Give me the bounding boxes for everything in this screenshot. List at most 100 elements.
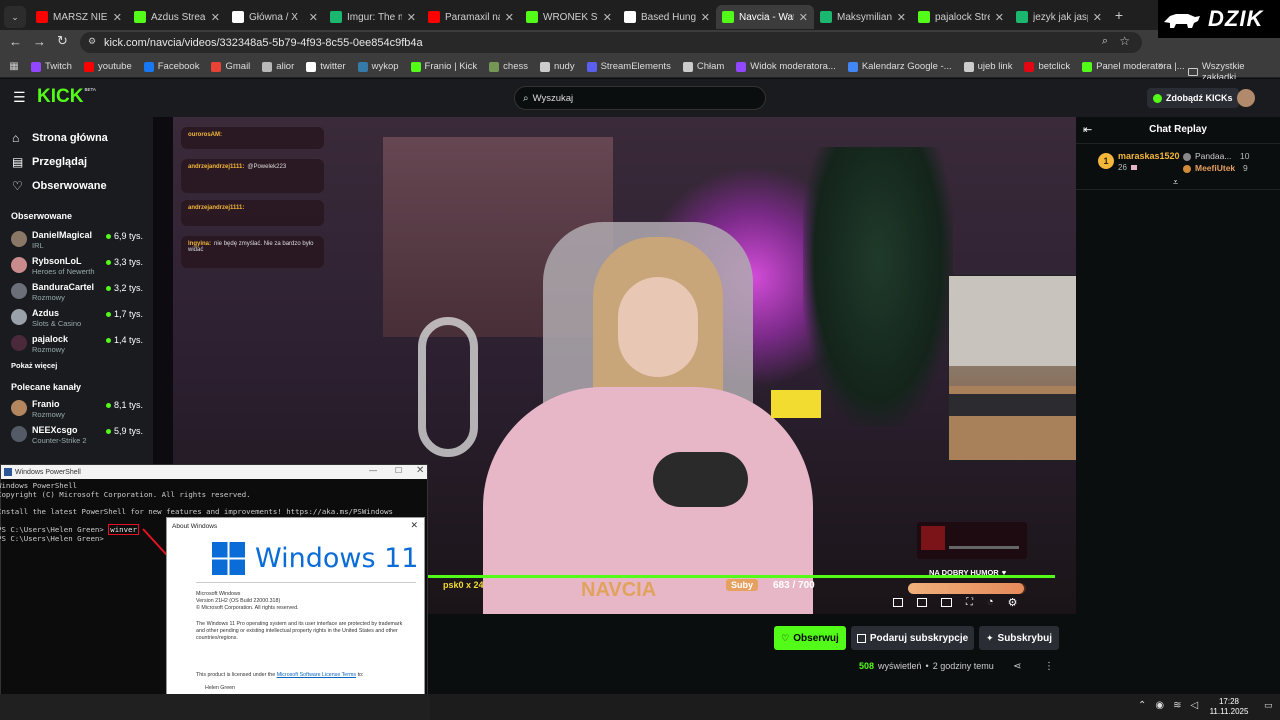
notifications-icon[interactable]: ▭ [1264,700,1273,711]
browser-tab[interactable]: Paramaxil najle ✕ [422,5,520,29]
settings-gear-icon[interactable]: ⚙ [1008,596,1018,609]
bookmark-favicon-icon [211,61,222,72]
theater-icon[interactable] [941,597,952,607]
tab-title: Paramaxil najle [445,11,500,23]
bookmark-item[interactable]: StreamElements [581,61,677,72]
browser-tab[interactable]: Based Hungary ✕ [618,5,716,29]
wifi-icon[interactable]: ≋ [1173,700,1181,711]
forward-icon[interactable]: → [33,34,46,49]
maximize-icon[interactable]: ☐ [395,466,402,475]
tab-close-icon[interactable]: ✕ [995,11,1004,24]
bookmark-item[interactable]: alior [256,61,300,72]
fullscreen-icon[interactable]: ⛶ [966,597,973,608]
channel-viewers: 8,1 tys. [105,400,143,410]
search-input[interactable]: ⌕ Wyszukaj [514,86,766,110]
bookmark-item[interactable]: ujeb link [958,61,1019,72]
clip-icon[interactable] [917,597,927,607]
volume-icon[interactable]: ◁ [1191,700,1199,711]
bookmark-item[interactable]: Kalendarz Google -... [842,61,958,72]
more-options-icon[interactable]: ⋮ [1044,661,1054,672]
tab-close-icon[interactable]: ✕ [211,11,220,24]
about-close-icon[interactable]: ✕ [410,520,418,531]
tab-close-icon[interactable]: ✕ [799,11,808,24]
bookmark-item[interactable]: Panel moderatora |... [1076,61,1191,72]
speed-icon[interactable]: ◔ [987,596,994,608]
tab-close-icon[interactable]: ✕ [407,11,416,24]
tab-close-icon[interactable]: ✕ [897,11,906,24]
channel-name: BanduraCartel [32,282,95,292]
bookmark-item[interactable]: wykop [352,61,405,72]
bookmark-star-icon[interactable]: ☆ [1119,34,1130,48]
browser-tab[interactable]: jezyk jak jaspe ✕ [1010,5,1108,29]
bookmark-favicon-icon [262,61,273,72]
network-icon[interactable]: ◉ [1155,700,1164,711]
browser-tab-bar: ⌄ MARSZ NIEPODLE✕Azdus Stream✕Główna / X… [0,0,1280,30]
browser-tab[interactable]: WRONEK Strea ✕ [520,5,618,29]
browser-tab[interactable]: Navcia - Watch ✕ [716,5,814,29]
browser-tab[interactable]: pajalock Strea ✕ [912,5,1010,29]
more-bookmarks-icon[interactable]: » [1158,60,1164,71]
pip-icon[interactable] [893,597,903,607]
views-label: wyświetleń [878,661,922,671]
tab-close-icon[interactable]: ✕ [1093,11,1102,24]
sidebar-channel[interactable]: DanielMagical IRL 6,9 tys. [0,226,153,252]
bookmark-item[interactable]: Gmail [205,61,256,72]
tab-close-icon[interactable]: ✕ [505,11,514,24]
user-avatar[interactable] [1237,89,1255,107]
bookmark-label: youtube [97,61,132,72]
powershell-icon [4,468,12,476]
address-bar[interactable]: ⚙ kick.com/navcia/videos/332348a5-5b79-4… [80,32,1142,53]
sidebar-channel[interactable]: pajalock Rozmowy 1,4 tys. [0,330,153,356]
sidebar-channel[interactable]: BanduraCartel Rozmowy 3,2 tys. [0,278,153,304]
license-link[interactable]: Microsoft Software License Terms [277,672,356,678]
sidebar-channel[interactable]: Azdus Slots & Casino 1,7 tys. [0,304,153,330]
kick-logo[interactable]: KICK BETA [37,87,96,106]
minimize-icon[interactable]: — [369,466,377,475]
channel-category: Slots & Casino [32,319,82,328]
tab-close-icon[interactable]: ✕ [603,11,612,24]
subscribe-button[interactable]: ✦ Subskrybuj [979,626,1059,650]
back-icon[interactable]: ← [9,34,22,49]
bookmark-item[interactable]: twitter [300,61,351,72]
browser-tab[interactable]: Maksymilian z ✕ [814,5,912,29]
gift-subs-button[interactable]: Podaruj subskrypcje [851,626,974,650]
tab-search-button[interactable]: ⌄ [4,6,26,28]
zoom-icon[interactable]: ⌕ [1102,35,1108,48]
sidebar-channel[interactable]: NEEXcsgo Counter-Strike 2 5,9 tys. [0,421,153,447]
share-icon[interactable]: ⋖ [1013,661,1021,672]
bookmark-item[interactable]: Chłam [677,61,730,72]
reload-icon[interactable]: ↻ [57,33,68,49]
sidebar-nav-item[interactable]: ▤ Przeglądaj [0,150,153,174]
new-tab-button[interactable]: + [1110,7,1128,23]
bookmark-item[interactable]: Widok moderatora... [730,61,842,72]
tab-close-icon[interactable]: ✕ [113,11,122,24]
bookmark-item[interactable]: youtube [78,61,138,72]
bookmark-item[interactable]: Franio | Kick [405,61,484,72]
show-more-link[interactable]: Pokaż więcej [0,361,153,370]
bookmark-item[interactable]: Twitch [25,61,78,72]
tab-close-icon[interactable]: ✕ [309,11,318,24]
browser-tab[interactable]: Azdus Stream ✕ [128,5,226,29]
browser-tab[interactable]: Główna / X ✕ [226,5,324,29]
tray-chevron-icon[interactable]: ⌃ [1138,700,1146,711]
menu-icon[interactable]: ☰ [13,90,26,104]
follow-button[interactable]: ♡ Obserwuj [774,626,846,650]
bookmark-item[interactable]: Facebook [138,61,206,72]
browser-tab[interactable]: Imgur: The mag ✕ [324,5,422,29]
bookmark-item[interactable]: betclick [1018,61,1076,72]
sidebar-nav-item[interactable]: ♡ Obserwowane [0,174,153,198]
bookmark-item[interactable]: chess [483,61,534,72]
apps-icon[interactable]: ▦ [3,61,25,72]
bookmark-item[interactable]: nudy [534,61,581,72]
watermark-text: DZIK [1208,6,1264,31]
sidebar-nav-item[interactable]: ⌂ Strona główna [0,126,153,150]
sidebar-channel[interactable]: RybsonLoL Heroes of Newerth 3,3 tys. [0,252,153,278]
get-kicks-button[interactable]: Zdobądź KICKs [1147,88,1239,108]
tab-close-icon[interactable]: ✕ [701,11,710,24]
browser-tab[interactable]: MARSZ NIEPODLE ✕ [30,5,128,29]
site-info-icon[interactable]: ⚙ [88,36,96,47]
clock[interactable]: 17:28 11.11.2025 [1204,697,1254,717]
close-icon[interactable]: ✕ [416,465,424,476]
sidebar-channel[interactable]: Franio Rozmowy 8,1 tys. [0,395,153,421]
expand-gifters-icon[interactable]: ⩡ [1173,177,1178,188]
